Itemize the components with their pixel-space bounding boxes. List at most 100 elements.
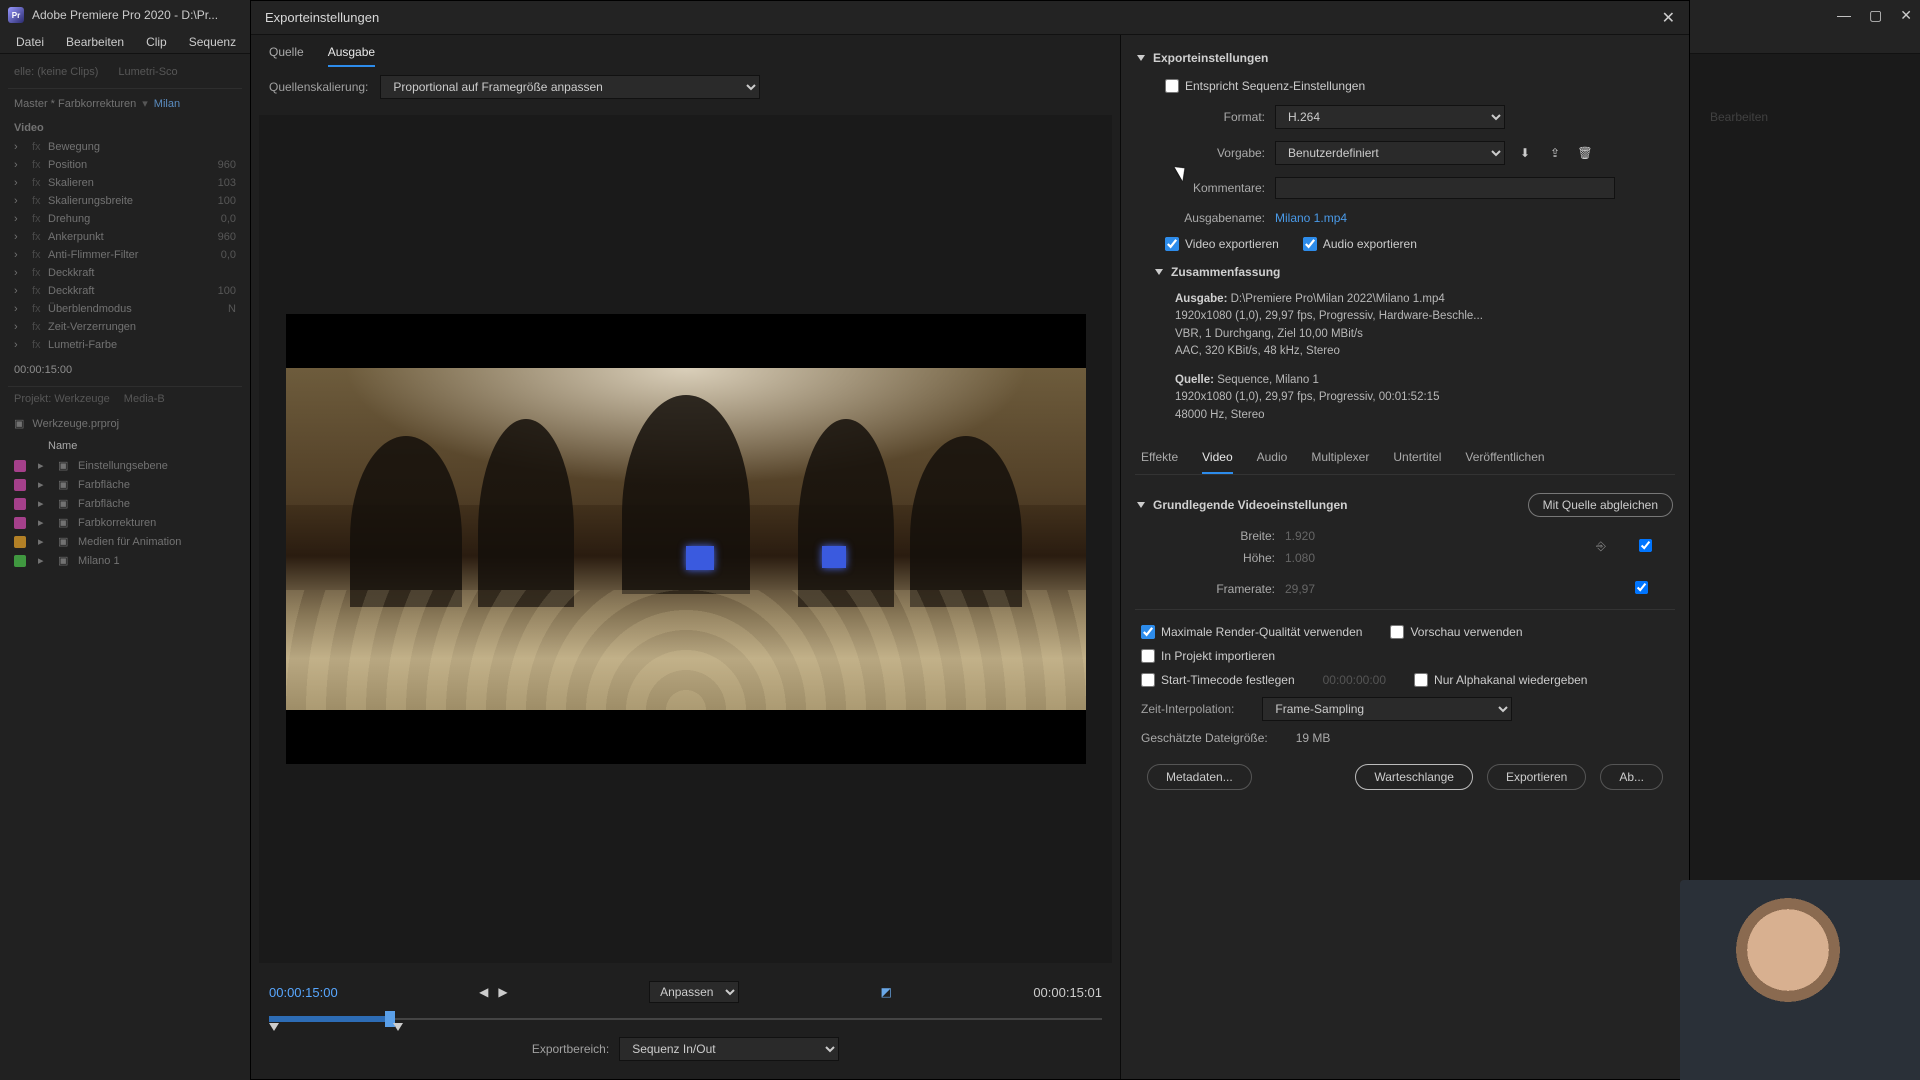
tab-multiplexer[interactable]: Multiplexer: [1311, 450, 1369, 474]
maximize-button[interactable]: ▢: [1869, 7, 1882, 24]
match-width-height-checkbox[interactable]: [1639, 539, 1652, 552]
export-audio-checkbox[interactable]: [1303, 237, 1317, 251]
close-icon[interactable]: ✕: [1662, 8, 1675, 28]
summary-source-label: Quelle:: [1175, 374, 1214, 386]
project-tab: Projekt: Werkzeuge: [14, 393, 110, 405]
framerate-label: Framerate:: [1195, 582, 1275, 596]
preset-label: Vorgabe:: [1165, 146, 1265, 160]
mouse-cursor: [1178, 164, 1190, 182]
time-interpolation-label: Zeit-Interpolation:: [1141, 702, 1234, 716]
tab-publish[interactable]: Veröffentlichen: [1465, 450, 1544, 474]
queue-button[interactable]: Warteschlange: [1355, 764, 1473, 790]
height-value[interactable]: 1.080: [1285, 551, 1345, 565]
delete-preset-icon[interactable]: 🗑: [1575, 143, 1595, 163]
project-item[interactable]: ▸▣Einstellungsebene: [8, 456, 242, 475]
max-render-quality-label: Maximale Render-Qualität verwenden: [1161, 625, 1362, 639]
timecode-current[interactable]: 00:00:15:00: [269, 985, 338, 1000]
chevron-down-icon[interactable]: [1155, 269, 1163, 275]
play-icon[interactable]: ▶: [498, 985, 507, 999]
export-settings-section: Exporteinstellungen: [1153, 51, 1268, 65]
menu-file[interactable]: Datei: [6, 33, 54, 51]
use-previews-label: Vorschau verwenden: [1410, 625, 1522, 639]
project-item[interactable]: ▸▣Farbfläche: [8, 475, 242, 494]
tab-video[interactable]: Video: [1202, 450, 1232, 474]
export-audio-label: Audio exportieren: [1323, 237, 1417, 251]
use-previews-checkbox[interactable]: [1390, 625, 1404, 639]
framerate-value[interactable]: 29,97: [1285, 582, 1345, 596]
video-section-label: Video: [8, 118, 242, 138]
menu-edit[interactable]: Bearbeiten: [56, 33, 134, 51]
effect-row: ›fxZeit-Verzerrungen: [8, 318, 242, 336]
step-back-icon[interactable]: ◀: [479, 985, 488, 999]
match-sequence-label: Entspricht Sequenz-Einstellungen: [1185, 79, 1365, 93]
estimated-size-value: 19 MB: [1296, 731, 1331, 745]
link-dimensions-icon[interactable]: ⎆: [1587, 539, 1615, 554]
crop-icon[interactable]: ◩: [881, 985, 892, 999]
export-video-label: Video exportieren: [1185, 237, 1279, 251]
output-name-link[interactable]: Milano 1.mp4: [1275, 211, 1347, 225]
tab-audio[interactable]: Audio: [1257, 450, 1288, 474]
format-select[interactable]: H.264: [1275, 105, 1505, 129]
comments-input[interactable]: [1275, 177, 1615, 199]
import-preset-icon[interactable]: ⇪: [1545, 143, 1565, 163]
timeline-slider[interactable]: [269, 1009, 1102, 1029]
set-start-tc-checkbox[interactable]: [1141, 673, 1155, 687]
preview-image: [286, 368, 1086, 710]
timecode-display: 00:00:15:00: [8, 354, 242, 386]
sequence-link[interactable]: Milan: [154, 98, 180, 110]
project-item[interactable]: ▸▣Medien für Animation: [8, 532, 242, 551]
tab-effects[interactable]: Effekte: [1141, 450, 1178, 474]
alpha-only-checkbox[interactable]: [1414, 673, 1428, 687]
tab-captions[interactable]: Untertitel: [1393, 450, 1441, 474]
app-icon: Pr: [8, 7, 24, 23]
metadata-button[interactable]: Metadaten...: [1147, 764, 1252, 790]
width-value[interactable]: 1.920: [1285, 529, 1345, 543]
effect-row: ›fxPosition960: [8, 156, 242, 174]
summary-source-text: Sequence, Milano 1 1920x1080 (1,0), 29,9…: [1175, 374, 1439, 421]
match-framerate-checkbox[interactable]: [1635, 581, 1648, 594]
effect-controls-panel: elle: (keine Clips) Lumetri-Sco Master *…: [0, 54, 250, 1080]
minimize-button[interactable]: —: [1837, 7, 1851, 24]
export-range-select[interactable]: Sequenz In/Out: [619, 1037, 839, 1061]
summary-output-label: Ausgabe:: [1175, 293, 1227, 305]
effect-row: ›fxDeckkraft: [8, 264, 242, 282]
export-button[interactable]: Exportieren: [1487, 764, 1586, 790]
max-render-quality-checkbox[interactable]: [1141, 625, 1155, 639]
project-item[interactable]: ▸▣Farbfläche: [8, 494, 242, 513]
tab-output[interactable]: Ausgabe: [328, 45, 375, 67]
width-label: Breite:: [1195, 529, 1275, 543]
height-label: Höhe:: [1195, 551, 1275, 565]
save-preset-icon[interactable]: ⬇: [1515, 143, 1535, 163]
effect-row: ›fxSkalieren103: [8, 174, 242, 192]
menu-clip[interactable]: Clip: [136, 33, 177, 51]
source-scaling-select[interactable]: Proportional auf Framegröße anpassen: [380, 75, 760, 99]
match-sequence-checkbox[interactable]: [1165, 79, 1179, 93]
preset-select[interactable]: Benutzerdefiniert: [1275, 141, 1505, 165]
project-item[interactable]: ▸▣Milano 1: [8, 551, 242, 570]
lumetri-panel-stub: Bearbeiten: [1710, 110, 1910, 124]
panel-tab: Lumetri-Sco: [118, 66, 177, 78]
effect-row: ›fxBewegung: [8, 138, 242, 156]
webcam-overlay: [1680, 880, 1920, 1080]
column-header-name: Name: [8, 436, 242, 456]
cancel-button[interactable]: Ab...: [1600, 764, 1663, 790]
estimated-size-label: Geschätzte Dateigröße:: [1141, 731, 1268, 745]
match-source-button[interactable]: Mit Quelle abgleichen: [1528, 493, 1673, 517]
export-video-checkbox[interactable]: [1165, 237, 1179, 251]
effect-row: ›fxAnkerpunkt960: [8, 228, 242, 246]
effect-row: ›fxDrehung0,0: [8, 210, 242, 228]
time-interpolation-select[interactable]: Frame-Sampling: [1262, 697, 1512, 721]
import-project-checkbox[interactable]: [1141, 649, 1155, 663]
close-window-button[interactable]: ✕: [1900, 7, 1912, 24]
output-name-label: Ausgabename:: [1165, 211, 1265, 225]
tab-source[interactable]: Quelle: [269, 45, 304, 67]
chevron-down-icon[interactable]: [1137, 55, 1145, 61]
start-tc-value: 00:00:00:00: [1323, 673, 1386, 687]
dialog-title: Exporteinstellungen: [265, 10, 1662, 25]
format-label: Format:: [1165, 110, 1265, 124]
project-item[interactable]: ▸▣Farbkorrekturen: [8, 513, 242, 532]
export-range-label: Exportbereich:: [532, 1042, 609, 1056]
menu-sequence[interactable]: Sequenz: [179, 33, 246, 51]
fit-select[interactable]: Anpassen: [649, 981, 739, 1003]
chevron-down-icon[interactable]: [1137, 502, 1145, 508]
